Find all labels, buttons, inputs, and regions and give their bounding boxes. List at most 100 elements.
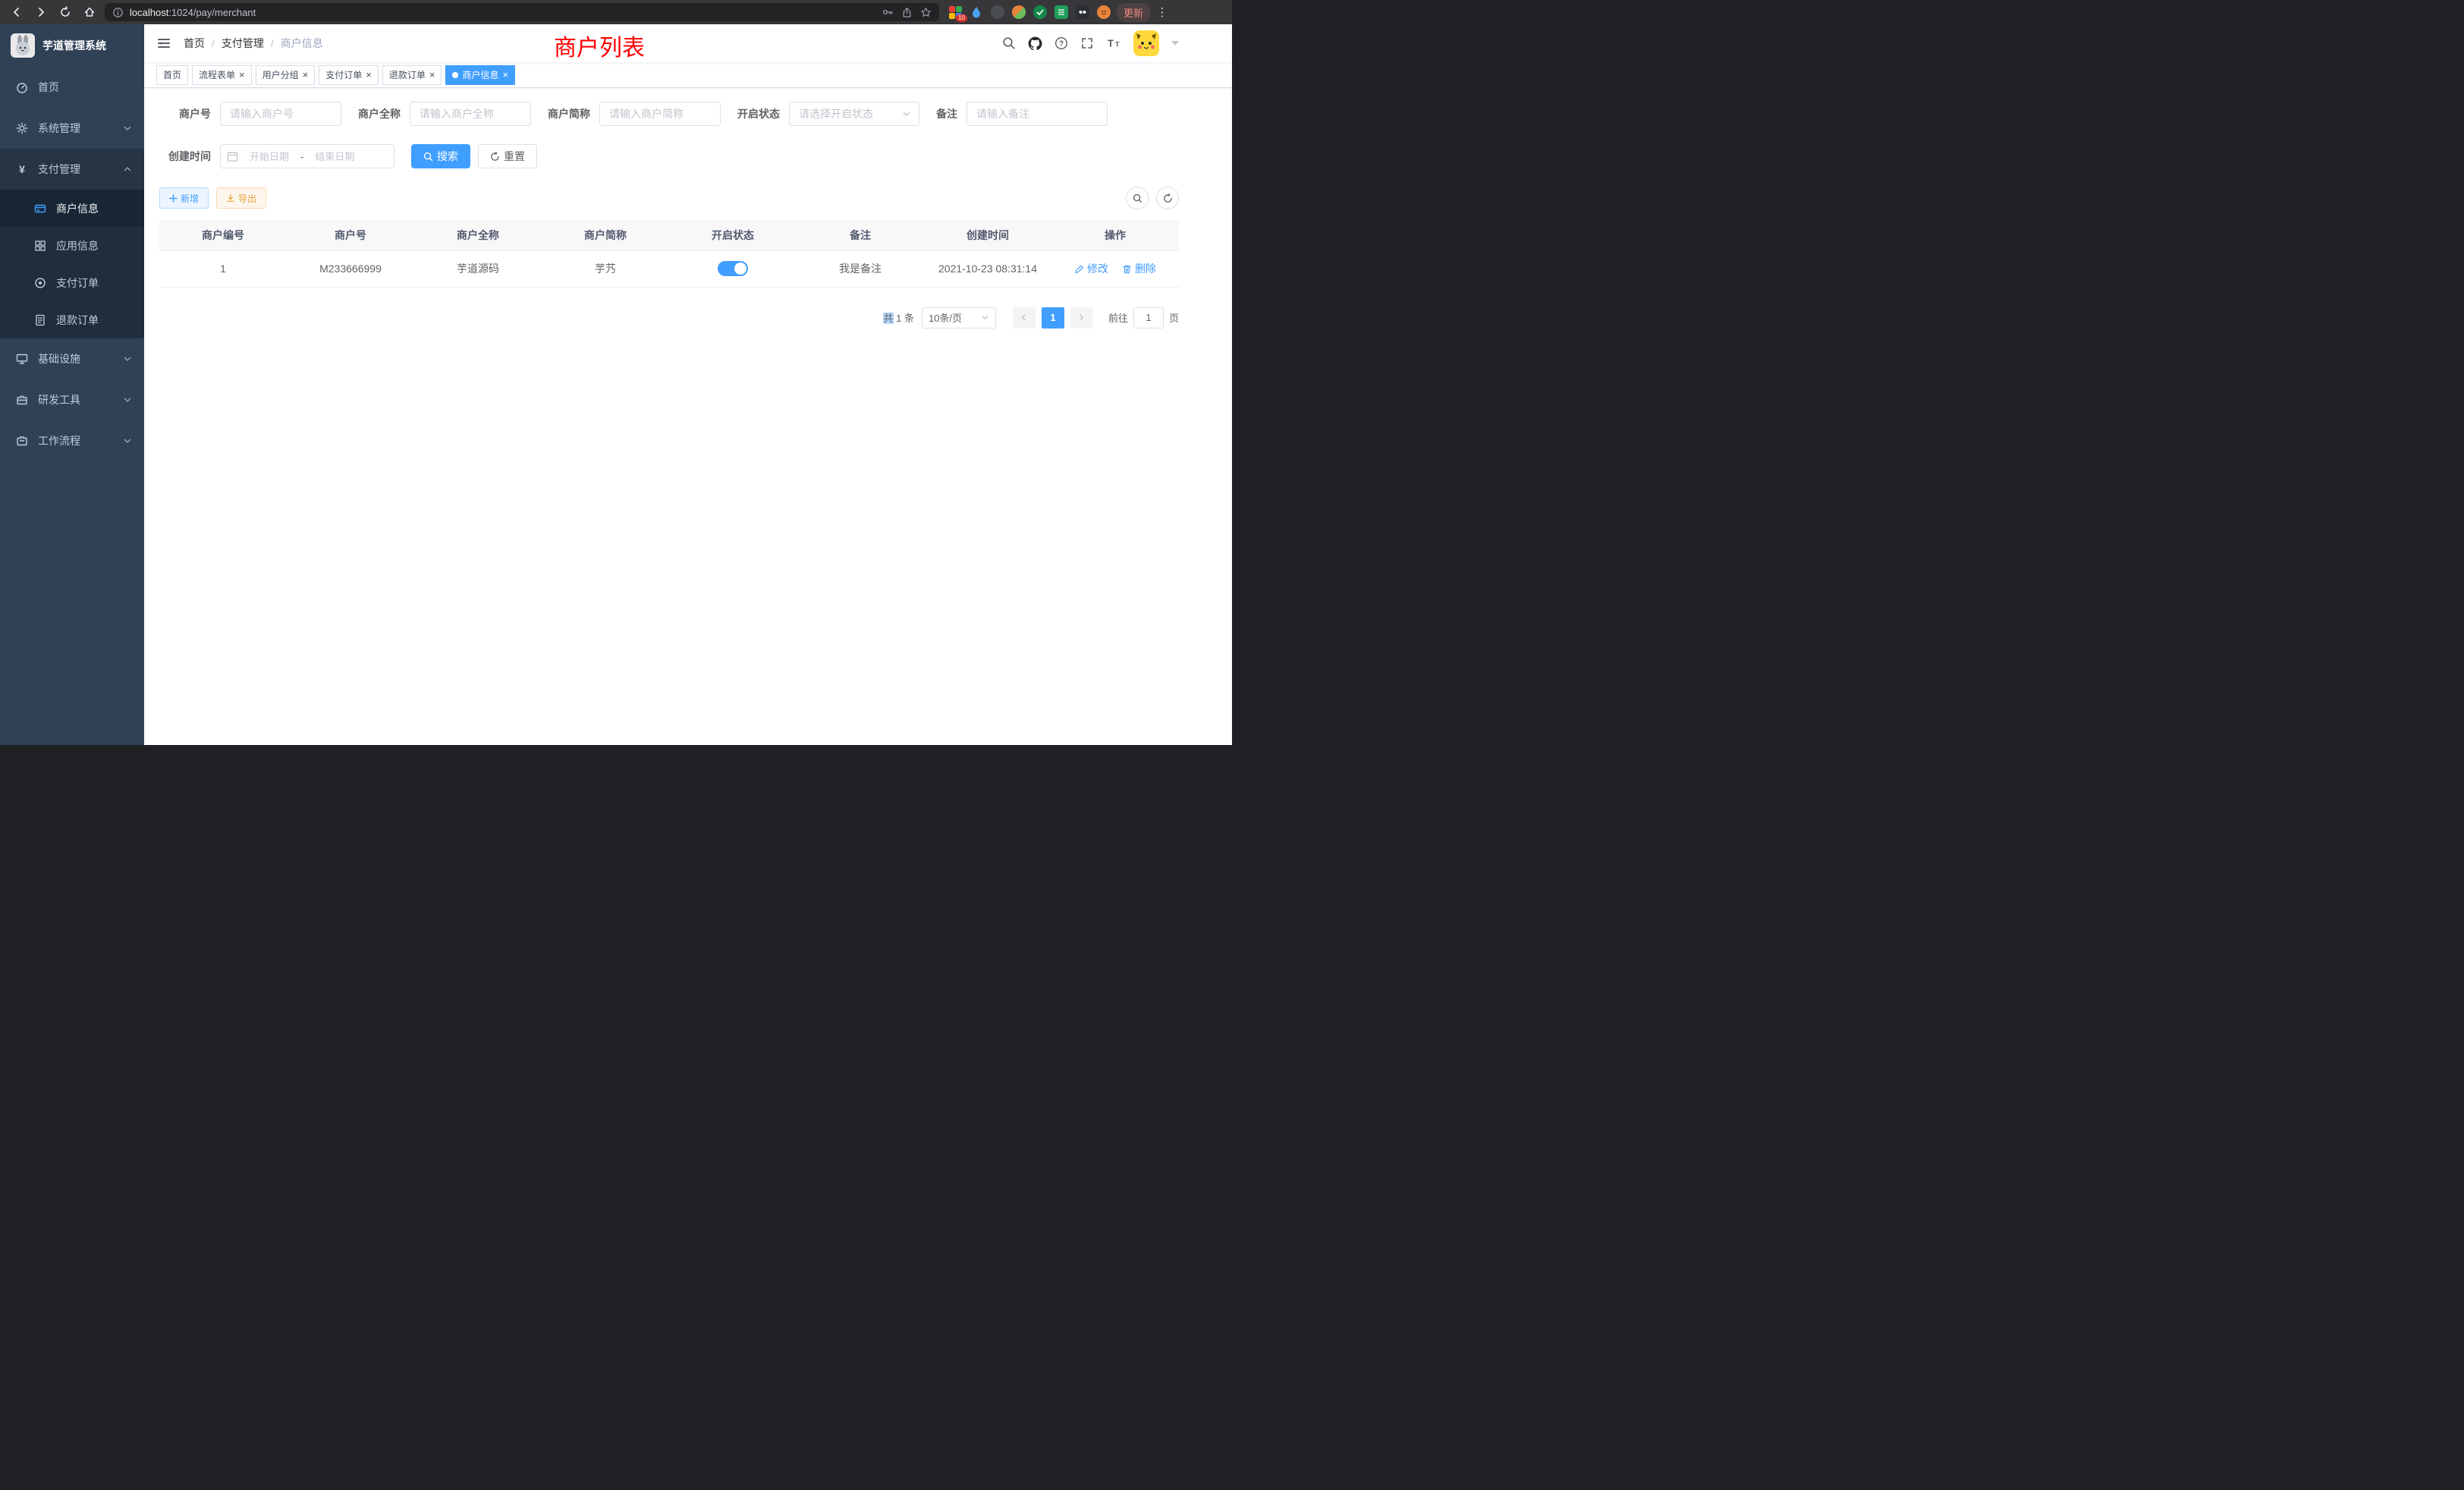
sidebar-subitem-pay-order[interactable]: 支付订单 [0,264,144,301]
share-icon[interactable] [901,7,913,18]
sidebar-item-dev-tools[interactable]: 研发工具 [0,379,144,420]
extension-check-icon[interactable] [1033,5,1047,19]
col-full-name: 商户全称 [414,220,542,250]
tab-close-icon[interactable]: × [429,70,435,80]
help-icon[interactable]: ? [1054,36,1068,50]
cell-actions: 修改 删除 [1051,250,1179,287]
sidebar-subitem-app-info[interactable]: 应用信息 [0,227,144,264]
extension-drop-icon[interactable] [970,5,983,19]
browser-update-button[interactable]: 更新 [1117,3,1150,22]
extension-badge: 10 [956,14,967,22]
avatar-caret-icon[interactable] [1171,41,1179,46]
refresh-icon [1163,193,1173,203]
calendar-icon [227,151,238,162]
hamburger-icon[interactable] [156,36,171,51]
goto-page-input[interactable] [1133,307,1164,328]
tab-close-icon[interactable]: × [366,70,372,80]
home-icon[interactable] [80,3,99,21]
next-page-button[interactable] [1070,307,1093,328]
extension-tampermonkey-icon[interactable] [1076,5,1089,19]
tab-label: 用户分组 [262,68,299,81]
tab-label: 商户信息 [462,68,498,81]
tag-tab-pay-order[interactable]: 支付订单 × [319,65,379,85]
edit-button-label: 修改 [1087,261,1108,276]
sidebar-item-label: 基础设施 [38,351,80,366]
export-button[interactable]: 导出 [216,187,266,209]
fullscreen-icon[interactable] [1080,36,1094,50]
merchant-no-input[interactable] [220,102,341,126]
short-name-input[interactable] [599,102,721,126]
search-button[interactable]: 搜索 [411,144,470,168]
font-size-icon[interactable]: TT [1106,36,1121,50]
add-button-label: 新增 [181,192,199,205]
sidebar-subitem-merchant-info[interactable]: 商户信息 [0,190,144,227]
add-button[interactable]: 新增 [159,187,209,209]
sidebar-item-payment[interactable]: ¥ 支付管理 [0,149,144,190]
user-avatar[interactable] [1133,30,1159,56]
extension-avatar-icon[interactable] [1012,5,1026,19]
date-start-input[interactable] [241,151,297,162]
tag-tab-user-group[interactable]: 用户分组 × [256,65,316,85]
yen-icon: ¥ [15,163,29,175]
tag-tabs-bar: 首页 流程表单 × 用户分组 × 支付订单 × 退款订单 × [144,62,1232,88]
breadcrumb-home[interactable]: 首页 [184,36,205,51]
password-key-icon[interactable] [882,6,894,18]
svg-text:T: T [1108,38,1114,49]
create-time-range-picker[interactable]: - [220,144,394,168]
github-icon[interactable] [1028,36,1042,51]
tab-close-icon[interactable]: × [303,70,309,80]
reset-button[interactable]: 重置 [478,144,537,168]
svg-text:¥: ¥ [19,163,25,175]
cell-create-time: 2021-10-23 08:31:14 [924,250,1051,287]
tab-close-icon[interactable]: × [502,70,508,80]
bookmark-star-icon[interactable] [920,7,932,18]
page-size-select[interactable]: 10条/页 [922,307,996,328]
full-name-input[interactable] [410,102,531,126]
remark-input[interactable] [966,102,1108,126]
breadcrumb: 首页 / 支付管理 / 商户信息 [184,36,323,51]
search-icon[interactable] [1002,36,1016,50]
navbar-actions: ? TT [1002,30,1179,56]
address-bar[interactable]: localhost:1024/pay/merchant [105,3,939,21]
forward-icon[interactable] [32,3,50,21]
toggle-search-button[interactable] [1126,187,1149,209]
tab-label: 支付订单 [325,68,362,81]
sidebar-item-system[interactable]: 系统管理 [0,108,144,149]
sidebar-item-infrastructure[interactable]: 基础设施 [0,338,144,379]
refresh-table-button[interactable] [1156,187,1179,209]
reload-icon[interactable] [56,3,74,21]
status-select[interactable]: 请选择开启状态 [789,102,919,126]
browser-menu-icon[interactable]: ⋮ [1156,5,1168,19]
tag-tab-process-form[interactable]: 流程表单 × [192,65,252,85]
tag-tab-merchant-info[interactable]: 商户信息 × [445,65,515,85]
remark-label: 备注 [936,106,966,121]
extension-colorful-icon[interactable]: 10 [948,5,962,19]
extension-sheet-icon[interactable] [1054,5,1068,19]
status-toggle[interactable] [718,261,748,276]
tag-tab-refund-order[interactable]: 退款订单 × [382,65,442,85]
back-icon[interactable] [8,3,26,21]
merchant-card-icon [33,203,47,215]
svg-text:?: ? [1059,40,1064,49]
col-actions: 操作 [1051,220,1179,250]
delete-button[interactable]: 删除 [1122,261,1156,276]
sidebar-item-workflow[interactable]: 工作流程 [0,420,144,461]
extension-dark-icon[interactable] [991,5,1004,19]
breadcrumb-current: 商户信息 [281,36,323,51]
breadcrumb-payment[interactable]: 支付管理 [222,36,264,51]
site-info-icon[interactable] [112,7,124,18]
field-full-name: 商户全称 [358,102,531,126]
page-number-button[interactable]: 1 [1042,307,1064,328]
sidebar-item-home[interactable]: 首页 [0,67,144,108]
prev-page-button[interactable] [1013,307,1036,328]
date-end-input[interactable] [306,151,363,162]
extension-face-icon[interactable] [1097,5,1111,19]
table-toolbar: 新增 导出 [159,187,1179,209]
edit-button[interactable]: 修改 [1074,261,1108,276]
tab-close-icon[interactable]: × [239,70,245,80]
sidebar-subitem-refund-order[interactable]: 退款订单 [0,301,144,338]
tag-tab-home[interactable]: 首页 [156,65,188,85]
payment-submenu: 商户信息 应用信息 支付订单 [0,190,144,338]
app-logo[interactable]: 芋道管理系统 [0,24,144,67]
gear-icon [15,122,29,134]
